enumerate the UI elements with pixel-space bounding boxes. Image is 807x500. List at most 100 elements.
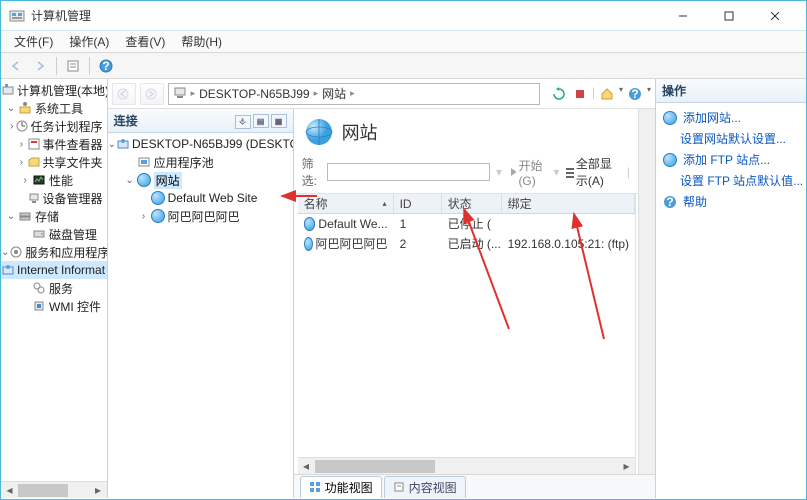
connections-title: 连接: [114, 112, 138, 129]
col-id[interactable]: ID: [394, 194, 442, 213]
grid-hscrollbar[interactable]: ◂ ▸: [298, 457, 635, 474]
conn-apppools[interactable]: 应用程序池: [108, 153, 293, 171]
help-icon[interactable]: ?: [626, 85, 644, 103]
tree-diskmgr[interactable]: 磁盘管理: [1, 225, 107, 243]
menu-help[interactable]: 帮助(H): [173, 31, 230, 52]
table-row[interactable]: Default We... 1 已停止 (: [298, 214, 635, 234]
scroll-left-icon[interactable]: ◂: [1, 482, 18, 499]
showall-button[interactable]: 全部显示(A): [565, 155, 620, 189]
conn-customsite[interactable]: ›阿巴阿巴阿巴: [108, 207, 293, 225]
nav-icons: | ▾ ? ▾: [550, 85, 651, 103]
actions-pane: 操作 添加网站... 设置网站默认设置... 添加 FTP 站点... 设置 F…: [656, 79, 806, 498]
computer-icon: [173, 85, 187, 102]
page-title: 网站: [294, 109, 638, 153]
work-area: 计算机管理(本地) ⌄系统工具 ›任务计划程序 ›事件查看器 ›共享文件夹 ›性…: [1, 79, 806, 498]
refresh-icon[interactable]: [550, 85, 568, 103]
tab-content[interactable]: 内容视图: [384, 476, 466, 498]
chevron-right-icon[interactable]: ▸: [191, 88, 196, 99]
tree-perf[interactable]: ›性能: [1, 171, 107, 189]
scroll-right-icon[interactable]: ▸: [90, 482, 107, 499]
col-binding[interactable]: 绑定: [502, 194, 635, 213]
add-ftp-icon: [662, 152, 678, 168]
table-row[interactable]: 阿巴阿巴阿巴 2 已启动 (... 192.168.0.105:21: (ftp…: [298, 234, 635, 254]
action-ftp-defaults[interactable]: 设置 FTP 站点默认值...: [660, 170, 802, 191]
conn-btn2[interactable]: ▤: [253, 114, 269, 128]
filter-row: 筛选: ▾ 开始(G) ▾ 全部显示(A) |: [294, 153, 638, 194]
action-help[interactable]: ?帮助: [660, 191, 802, 212]
tree-iis[interactable]: Internet Informat: [1, 261, 107, 279]
filter-label: 筛选:: [302, 155, 321, 189]
minimize-button[interactable]: [660, 1, 706, 31]
close-button[interactable]: [752, 1, 798, 31]
tree-root[interactable]: 计算机管理(本地): [1, 81, 107, 99]
menubar: 文件(F) 操作(A) 查看(V) 帮助(H): [1, 31, 806, 53]
sites-icon: [304, 117, 334, 147]
separator: [56, 57, 57, 75]
globe-icon: [151, 209, 165, 223]
app-icon: [9, 8, 25, 24]
content-vscrollbar[interactable]: [638, 109, 655, 474]
tree-shared[interactable]: ›共享文件夹: [1, 153, 107, 171]
globe-icon: [304, 237, 313, 251]
addr-sites[interactable]: 网站: [322, 85, 346, 102]
scroll-right-icon[interactable]: ▸: [618, 458, 635, 475]
page-title-text: 网站: [342, 119, 378, 145]
tree-tasksched[interactable]: ›任务计划程序: [1, 117, 107, 135]
col-name[interactable]: 名称▴: [298, 194, 394, 213]
action-add-ftp[interactable]: 添加 FTP 站点...: [660, 149, 802, 170]
tree-systools[interactable]: ⌄系统工具: [1, 99, 107, 117]
stop-icon[interactable]: [571, 85, 589, 103]
conn-defaultwebsite[interactable]: Default Web Site: [108, 189, 293, 207]
home-icon[interactable]: [598, 85, 616, 103]
tree-wmi[interactable]: WMI 控件: [1, 297, 107, 315]
menu-action[interactable]: 操作(A): [61, 31, 117, 52]
tree-storage[interactable]: ⌄存储: [1, 207, 107, 225]
globe-icon: [137, 173, 151, 187]
help-button[interactable]: ?: [95, 55, 117, 77]
chevron-right-icon[interactable]: ▸: [314, 88, 319, 99]
action-site-defaults[interactable]: 设置网站默认设置...: [660, 128, 802, 149]
tree-eventviewer[interactable]: ›事件查看器: [1, 135, 107, 153]
globe-icon: [304, 217, 316, 231]
scroll-thumb[interactable]: [315, 460, 435, 473]
mmc-tree[interactable]: 计算机管理(本地) ⌄系统工具 ›任务计划程序 ›事件查看器 ›共享文件夹 ›性…: [1, 79, 107, 317]
filter-input[interactable]: [327, 163, 490, 181]
connections-tree[interactable]: ⌄DESKTOP-N65BJ99 (DESKTOP 应用程序池 ⌄网站 Defa…: [108, 133, 293, 498]
titlebar: 计算机管理: [1, 1, 806, 31]
tab-features[interactable]: 功能视图: [300, 476, 382, 498]
nav-back-button[interactable]: [112, 83, 136, 105]
add-site-icon: [662, 110, 678, 126]
col-status[interactable]: 状态: [442, 194, 502, 213]
go-button[interactable]: 开始(G): [508, 157, 547, 188]
back-button[interactable]: [5, 55, 27, 77]
scroll-thumb[interactable]: [18, 484, 68, 497]
properties-button[interactable]: [62, 55, 84, 77]
mmc-tree-pane: 计算机管理(本地) ⌄系统工具 ›任务计划程序 ›事件查看器 ›共享文件夹 ›性…: [1, 79, 108, 498]
tree-services[interactable]: 服务: [1, 279, 107, 297]
address-bar[interactable]: ▸ DESKTOP-N65BJ99 ▸ 网站 ▸: [168, 83, 540, 105]
tree-devmgr[interactable]: 设备管理器: [1, 189, 107, 207]
nav-fwd-button[interactable]: [140, 83, 164, 105]
sites-grid[interactable]: 名称▴ ID 状态 绑定 Default We... 1 已停止 (: [298, 194, 636, 474]
forward-button[interactable]: [29, 55, 51, 77]
svg-text:?: ?: [666, 195, 673, 209]
menu-view[interactable]: 查看(V): [117, 31, 173, 52]
maximize-button[interactable]: [706, 1, 752, 31]
grid-header[interactable]: 名称▴ ID 状态 绑定: [298, 194, 635, 214]
conn-root[interactable]: ⌄DESKTOP-N65BJ99 (DESKTOP: [108, 135, 293, 153]
conn-sites[interactable]: ⌄网站: [108, 171, 293, 189]
chevron-right-icon[interactable]: ▸: [350, 88, 355, 99]
conn-btn1[interactable]: ⎀: [235, 115, 251, 129]
scroll-left-icon[interactable]: ◂: [298, 458, 315, 475]
left-hscrollbar[interactable]: ◂ ▸: [1, 481, 107, 498]
tree-servicesapps[interactable]: ⌄服务和应用程序: [1, 243, 107, 261]
conn-btn3[interactable]: ▦: [271, 114, 287, 128]
menu-file[interactable]: 文件(F): [6, 31, 61, 52]
svg-text:?: ?: [102, 59, 109, 73]
addr-computer[interactable]: DESKTOP-N65BJ99: [199, 87, 310, 101]
nav-row: ▸ DESKTOP-N65BJ99 ▸ 网站 ▸ | ▾ ? ▾: [108, 79, 655, 109]
window-title: 计算机管理: [31, 7, 660, 24]
iis-pane: ▸ DESKTOP-N65BJ99 ▸ 网站 ▸ | ▾ ? ▾ 连接: [108, 79, 656, 498]
action-add-site[interactable]: 添加网站...: [660, 107, 802, 128]
connections-pane: 连接 ⎀▤▦ ⌄DESKTOP-N65BJ99 (DESKTOP 应用程序池 ⌄…: [108, 109, 294, 498]
